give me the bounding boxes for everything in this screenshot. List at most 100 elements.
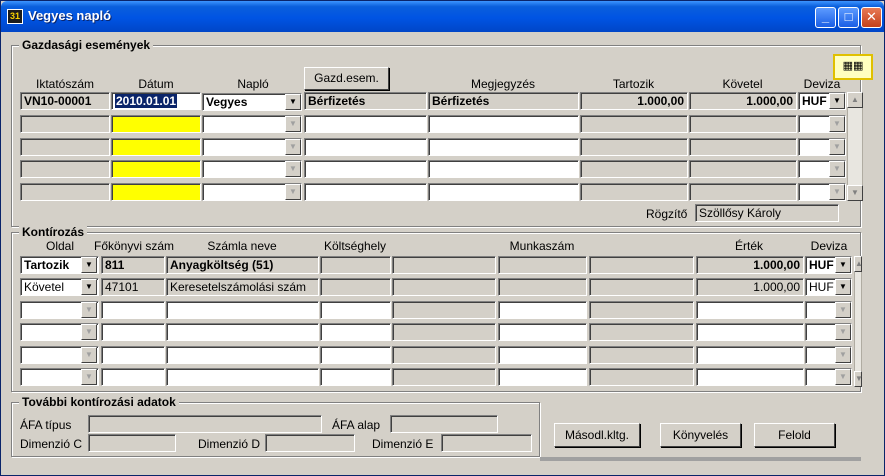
ertek-field-empty[interactable]	[696, 323, 804, 341]
koltseghely-field-empty[interactable]	[320, 301, 391, 319]
kovetel-field-empty[interactable]	[689, 160, 797, 178]
tartozik-field[interactable]: 1.000,00	[580, 92, 688, 110]
oldal-dropdown-icon[interactable]: ▼	[81, 302, 97, 318]
munkaszam-field-c[interactable]	[589, 256, 694, 274]
fokonyvi-field[interactable]: 811	[101, 256, 165, 274]
rogzito-field[interactable]: Szöllősy Károly	[695, 204, 839, 222]
kovetel-field-empty[interactable]	[689, 183, 797, 201]
datum-field-empty[interactable]	[111, 183, 201, 201]
munkaszam-field-a[interactable]	[392, 256, 496, 274]
naplo-dropdown-icon[interactable]: ▼	[285, 116, 301, 132]
konyveles-button[interactable]: Könyvelés	[660, 423, 741, 447]
munkaszam-field-c[interactable]	[589, 278, 694, 296]
ertek-field-empty[interactable]	[696, 368, 804, 386]
dimenzio-e-field[interactable]	[441, 434, 532, 452]
tartozik-field-empty[interactable]	[580, 138, 688, 156]
dimenzio-c-field[interactable]	[88, 434, 176, 452]
munkaszam-field-empty[interactable]	[589, 346, 694, 364]
munkaszam-field-empty[interactable]	[589, 323, 694, 341]
deviza-dropdown-icon[interactable]: ▼	[829, 116, 845, 132]
iktatoszam-field[interactable]: VN10-00001	[20, 92, 110, 110]
naplo-dropdown-icon[interactable]: ▼	[285, 161, 301, 177]
fokonyvi-field[interactable]: 47101	[101, 278, 165, 296]
naplo-dropdown-icon[interactable]: ▼	[285, 139, 301, 155]
szamla-neve-field-empty[interactable]	[166, 323, 319, 341]
koltseghely-field-empty[interactable]	[320, 368, 391, 386]
deviza-dropdown-icon[interactable]: ▼	[829, 161, 845, 177]
afa-tipus-field[interactable]	[88, 415, 322, 433]
ertek-field-empty[interactable]	[696, 301, 804, 319]
ertek-field[interactable]: 1.000,00	[696, 278, 804, 296]
szamla-neve-field-empty[interactable]	[166, 301, 319, 319]
gazd-esem-field-empty[interactable]	[304, 183, 427, 201]
deviza-dropdown-icon[interactable]: ▼	[829, 93, 845, 109]
iktatoszam-field-empty[interactable]	[20, 183, 110, 201]
munkaszam-field-empty[interactable]	[589, 301, 694, 319]
oldal-dropdown-icon[interactable]: ▼	[81, 369, 97, 385]
dimenzio-d-field[interactable]	[265, 434, 355, 452]
megjegyzes-field[interactable]: Bérfizetés	[428, 92, 579, 110]
scroll-up-icon[interactable]: ▲	[847, 92, 863, 108]
koltseghely-field-empty[interactable]	[320, 346, 391, 364]
gazd-esem-field-empty[interactable]	[304, 160, 427, 178]
ertek-field-empty[interactable]	[696, 346, 804, 364]
tartozik-field-empty[interactable]	[580, 115, 688, 133]
munkaszam-field-empty[interactable]	[498, 368, 587, 386]
kovetel-field-empty[interactable]	[689, 115, 797, 133]
megjegyzes-field-empty[interactable]	[428, 138, 579, 156]
szamla-neve-field[interactable]: Anyagköltség (51)	[166, 256, 319, 274]
gazd-esem-field-empty[interactable]	[304, 115, 427, 133]
kovetel-field[interactable]: 1.000,00	[689, 92, 797, 110]
deviza-k-dropdown-icon[interactable]: ▼	[835, 302, 851, 318]
datum-field-empty[interactable]	[111, 115, 201, 133]
munkaszam-field-empty[interactable]	[392, 346, 496, 364]
munkaszam-field-b[interactable]	[498, 256, 587, 274]
kontirozas-scrollbar[interactable]	[854, 256, 862, 387]
megjegyzes-field-empty[interactable]	[428, 115, 579, 133]
koltseghely-field-empty[interactable]	[320, 323, 391, 341]
munkaszam-field-empty[interactable]	[498, 323, 587, 341]
scroll-down-icon[interactable]: ▼	[847, 185, 863, 201]
close-button[interactable]: ✕	[861, 7, 882, 28]
munkaszam-field-empty[interactable]	[392, 368, 496, 386]
deviza-dropdown-icon[interactable]: ▼	[829, 139, 845, 155]
szamla-neve-field-empty[interactable]	[166, 346, 319, 364]
gazd-esem-field-empty[interactable]	[304, 138, 427, 156]
minimize-button[interactable]: _	[815, 7, 836, 28]
scroll-down-icon[interactable]: ▼	[854, 371, 863, 387]
naplo-dropdown-icon[interactable]: ▼	[285, 94, 301, 110]
oldal-dropdown-icon[interactable]: ▼	[81, 347, 97, 363]
kovetel-field-empty[interactable]	[689, 138, 797, 156]
scroll-up-icon[interactable]: ▲	[854, 256, 863, 272]
naplo-dropdown-icon[interactable]: ▼	[285, 184, 301, 200]
tartozik-field-empty[interactable]	[580, 160, 688, 178]
maximize-button[interactable]: □	[838, 7, 859, 28]
app-icon[interactable]: 31	[7, 9, 23, 24]
gazd-esem-button[interactable]: Gazd.esem.	[304, 67, 389, 90]
datum-field[interactable]: 2010.01.01	[111, 92, 201, 110]
datum-field-empty[interactable]	[111, 138, 201, 156]
deviza-k-dropdown-icon[interactable]: ▼	[835, 257, 851, 273]
ertek-field[interactable]: 1.000,00	[696, 256, 804, 274]
afa-alap-field[interactable]	[390, 415, 498, 433]
deviza-k-dropdown-icon[interactable]: ▼	[835, 279, 851, 295]
fokonyvi-field-empty[interactable]	[101, 368, 165, 386]
deviza-dropdown-icon[interactable]: ▼	[829, 184, 845, 200]
iktatoszam-field-empty[interactable]	[20, 115, 110, 133]
megjegyzes-field-empty[interactable]	[428, 160, 579, 178]
munkaszam-field-empty[interactable]	[392, 301, 496, 319]
munkaszam-field-empty[interactable]	[498, 301, 587, 319]
title-bar[interactable]: 31 Vegyes napló _ □ ✕	[1, 1, 884, 32]
tartozik-field-empty[interactable]	[580, 183, 688, 201]
fokonyvi-field-empty[interactable]	[101, 346, 165, 364]
szamla-neve-field[interactable]: Keresetelszámolási szám	[166, 278, 319, 296]
megjegyzes-field-empty[interactable]	[428, 183, 579, 201]
deviza-k-dropdown-icon[interactable]: ▼	[835, 324, 851, 340]
masodl-kltg-button[interactable]: Másodl.kltg.	[554, 423, 640, 447]
iktatoszam-field-empty[interactable]	[20, 138, 110, 156]
iktatoszam-field-empty[interactable]	[20, 160, 110, 178]
oldal-dropdown-icon[interactable]: ▼	[81, 324, 97, 340]
fokonyvi-field-empty[interactable]	[101, 301, 165, 319]
munkaszam-field-empty[interactable]	[392, 323, 496, 341]
datum-field-empty[interactable]	[111, 160, 201, 178]
